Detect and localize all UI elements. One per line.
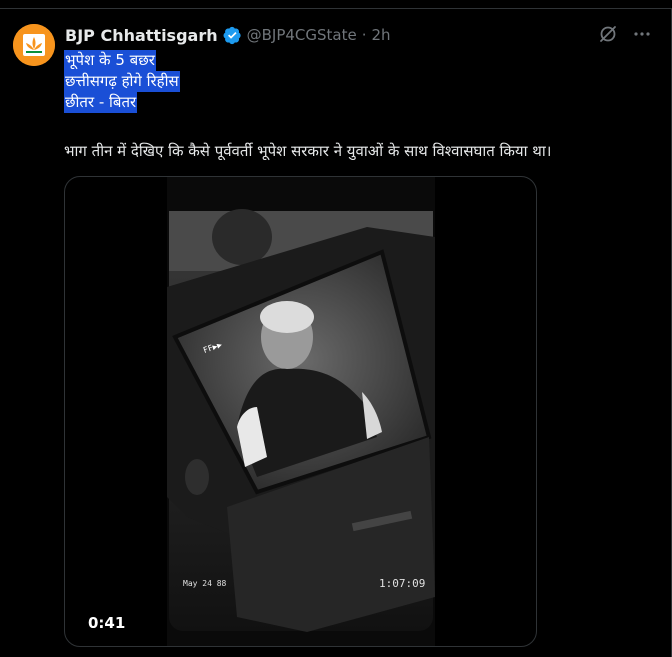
overlay-date: May 24 88 <box>183 579 227 588</box>
verified-badge-icon[interactable] <box>223 26 242 45</box>
highlight-line: छत्तीसगढ़ होगे रिहीस <box>64 71 180 92</box>
highlighted-text: भूपेश के 5 बछर छत्तीसगढ़ होगे रिहीस छीतर… <box>64 50 180 113</box>
overlay-timecode: 1:07:09 <box>379 577 426 590</box>
video-thumbnail[interactable]: FF▶▶ May 24 88 1:07:09 <box>167 177 435 646</box>
more-icon[interactable] <box>632 24 652 44</box>
grok-icon[interactable] <box>598 24 618 44</box>
separator: · <box>361 26 367 44</box>
video-duration: 0:41 <box>88 614 126 632</box>
video-player[interactable]: FF▶▶ May 24 88 1:07:09 0:41 <box>64 176 537 647</box>
avatar[interactable] <box>13 24 55 66</box>
highlight-line: छीतर - बितर <box>64 92 138 113</box>
tweet-actions <box>598 24 652 44</box>
author-name[interactable]: BJP Chhattisgarh <box>65 26 218 45</box>
top-divider <box>0 8 672 9</box>
bjp-lotus-logo-icon <box>13 24 55 66</box>
highlight-line: भूपेश के 5 बछर <box>64 50 156 71</box>
tweet-header: BJP Chhattisgarh @BJP4CGState · 2h <box>65 23 391 47</box>
author-handle[interactable]: @BJP4CGState <box>247 26 357 44</box>
timestamp[interactable]: 2h <box>372 26 391 44</box>
tweet-body: भाग तीन में देखिए कि कैसे पूर्ववर्ती भूप… <box>64 142 552 160</box>
